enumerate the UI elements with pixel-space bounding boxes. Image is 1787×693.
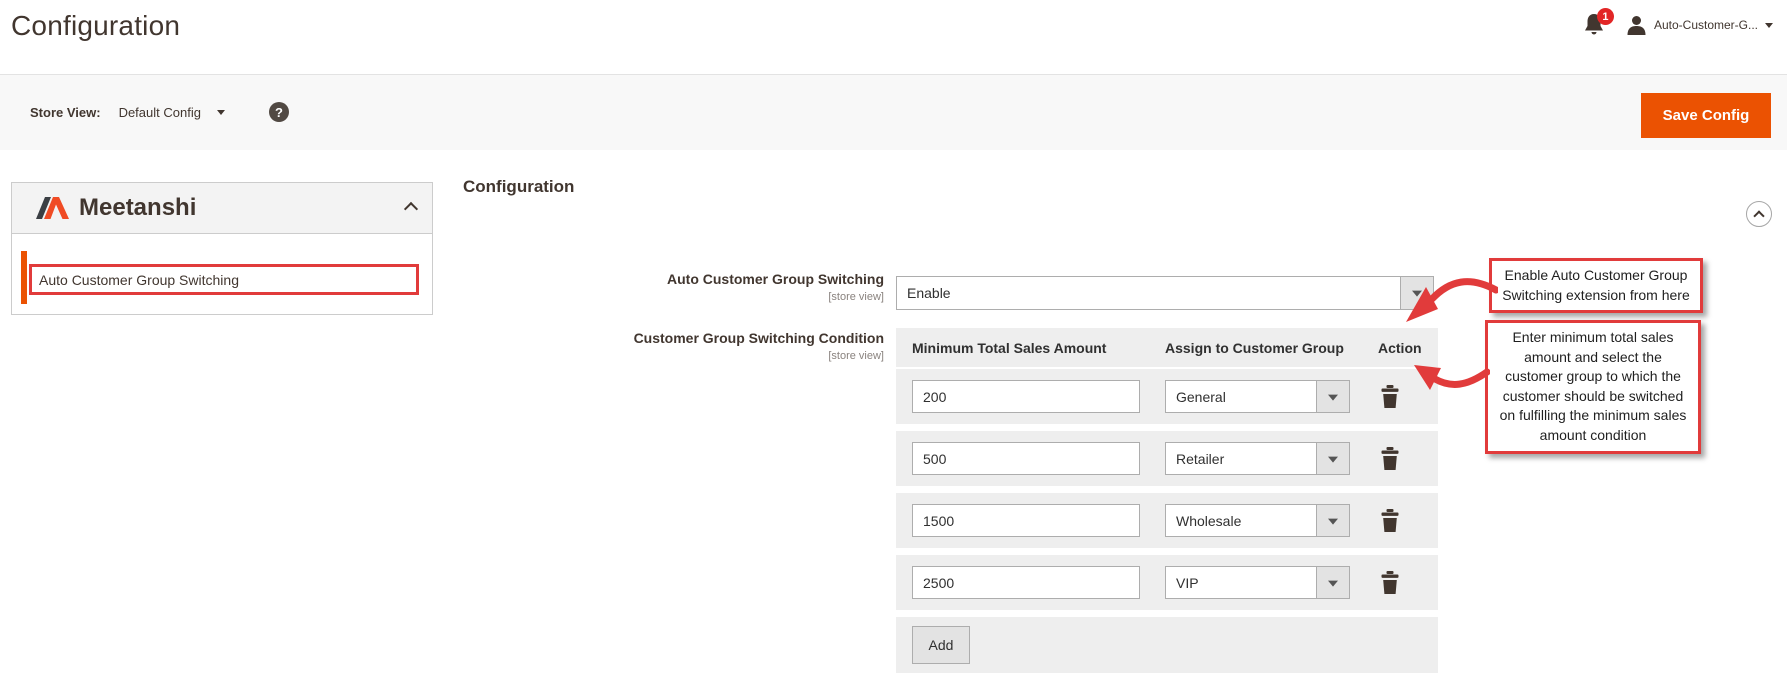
add-row-button[interactable]: Add xyxy=(912,626,970,664)
enable-select[interactable]: Enable xyxy=(896,276,1434,310)
save-config-button[interactable]: Save Config xyxy=(1641,93,1771,138)
amount-input[interactable] xyxy=(912,380,1140,413)
table-row: VIP xyxy=(896,555,1438,610)
table-row: General xyxy=(896,369,1438,424)
store-view-value[interactable]: Default Config xyxy=(119,105,201,120)
section-title: Configuration xyxy=(463,177,575,196)
amount-input[interactable] xyxy=(912,442,1140,475)
notifications-button[interactable]: 1 xyxy=(1582,8,1614,38)
table-row: Wholesale xyxy=(896,493,1438,548)
config-nav-panel: Meetanshi Auto Customer Group Switching xyxy=(11,182,433,315)
column-header-amount: Minimum Total Sales Amount xyxy=(912,339,1107,356)
delete-row-button[interactable] xyxy=(1378,571,1402,595)
field-label-condition: Customer Group Switching Condition xyxy=(633,330,884,346)
admin-user-menu[interactable]: Auto-Customer-G... xyxy=(1626,15,1773,36)
page-actions-toolbar: Store View: Default Config ? Save Config xyxy=(0,74,1787,150)
chevron-down-icon xyxy=(1765,22,1773,28)
sidebar-item-auto-customer-group-switching[interactable]: Auto Customer Group Switching xyxy=(29,264,419,295)
field-scope-condition: [store view] xyxy=(828,350,884,362)
group-select[interactable]: VIP xyxy=(1165,566,1350,599)
table-add-row: Add xyxy=(896,617,1438,673)
help-icon[interactable]: ? xyxy=(268,102,289,122)
amount-input[interactable] xyxy=(912,504,1140,537)
group-select[interactable]: Wholesale xyxy=(1165,504,1350,537)
group-select[interactable]: Retailer xyxy=(1165,442,1350,475)
select-dropdown-button[interactable] xyxy=(1316,381,1349,412)
amount-input[interactable] xyxy=(912,566,1140,599)
annotation-callout-enable: Enable Auto Customer Group Switching ext… xyxy=(1489,258,1703,314)
group-select-value: VIP xyxy=(1176,574,1199,591)
annotation-arrow-to-condition-table xyxy=(1414,365,1490,390)
notification-badge[interactable]: 1 xyxy=(1596,8,1614,25)
vendor-name: Meetanshi xyxy=(79,194,197,221)
group-select[interactable]: General xyxy=(1165,380,1350,413)
sidebar-item-label: Auto Customer Group Switching xyxy=(39,271,239,288)
annotation-callout-condition: Enter minimum total sales amount and sel… xyxy=(1485,320,1701,454)
group-select-value: General xyxy=(1176,388,1226,405)
field-label-enable: Auto Customer Group Switching xyxy=(667,271,884,287)
page-title: Configuration xyxy=(11,10,181,41)
meetanshi-logo-icon xyxy=(36,197,69,219)
annotation-arrow-to-enable-select xyxy=(1406,278,1498,322)
delete-row-button[interactable] xyxy=(1378,385,1402,409)
table-row: Retailer xyxy=(896,431,1438,486)
delete-row-button[interactable] xyxy=(1378,509,1402,533)
user-icon xyxy=(1627,15,1646,35)
chevron-up-icon[interactable] xyxy=(403,201,419,217)
active-item-accent-bar xyxy=(21,251,27,304)
trash-icon xyxy=(1381,571,1399,594)
header-actions: 1 Auto-Customer-G... xyxy=(1582,8,1773,38)
admin-configuration-page: Configuration 1 Auto-Customer-G... Store… xyxy=(0,0,1787,693)
section-collapse-button[interactable] xyxy=(1746,201,1772,227)
admin-user-name: Auto-Customer-G... xyxy=(1653,18,1758,32)
condition-table-header: Minimum Total Sales Amount Assign to Cus… xyxy=(896,328,1438,367)
group-select-value: Retailer xyxy=(1176,450,1225,467)
select-dropdown-button[interactable] xyxy=(1316,567,1349,598)
store-view-switcher: Store View: Default Config ? xyxy=(30,102,289,122)
select-dropdown-button[interactable] xyxy=(1316,443,1349,474)
trash-icon xyxy=(1381,385,1399,408)
trash-icon xyxy=(1381,509,1399,532)
delete-row-button[interactable] xyxy=(1378,447,1402,471)
group-select-value: Wholesale xyxy=(1176,512,1242,529)
chevron-down-icon[interactable] xyxy=(216,109,225,115)
vendor-section-header[interactable]: Meetanshi xyxy=(12,183,432,234)
store-view-label: Store View: xyxy=(30,104,101,120)
chevron-up-icon xyxy=(1753,210,1765,222)
enable-select-value: Enable xyxy=(907,285,951,301)
trash-icon xyxy=(1381,447,1399,470)
select-dropdown-button[interactable] xyxy=(1316,505,1349,536)
column-header-group: Assign to Customer Group xyxy=(1165,339,1344,356)
field-scope-enable: [store view] xyxy=(828,291,884,303)
